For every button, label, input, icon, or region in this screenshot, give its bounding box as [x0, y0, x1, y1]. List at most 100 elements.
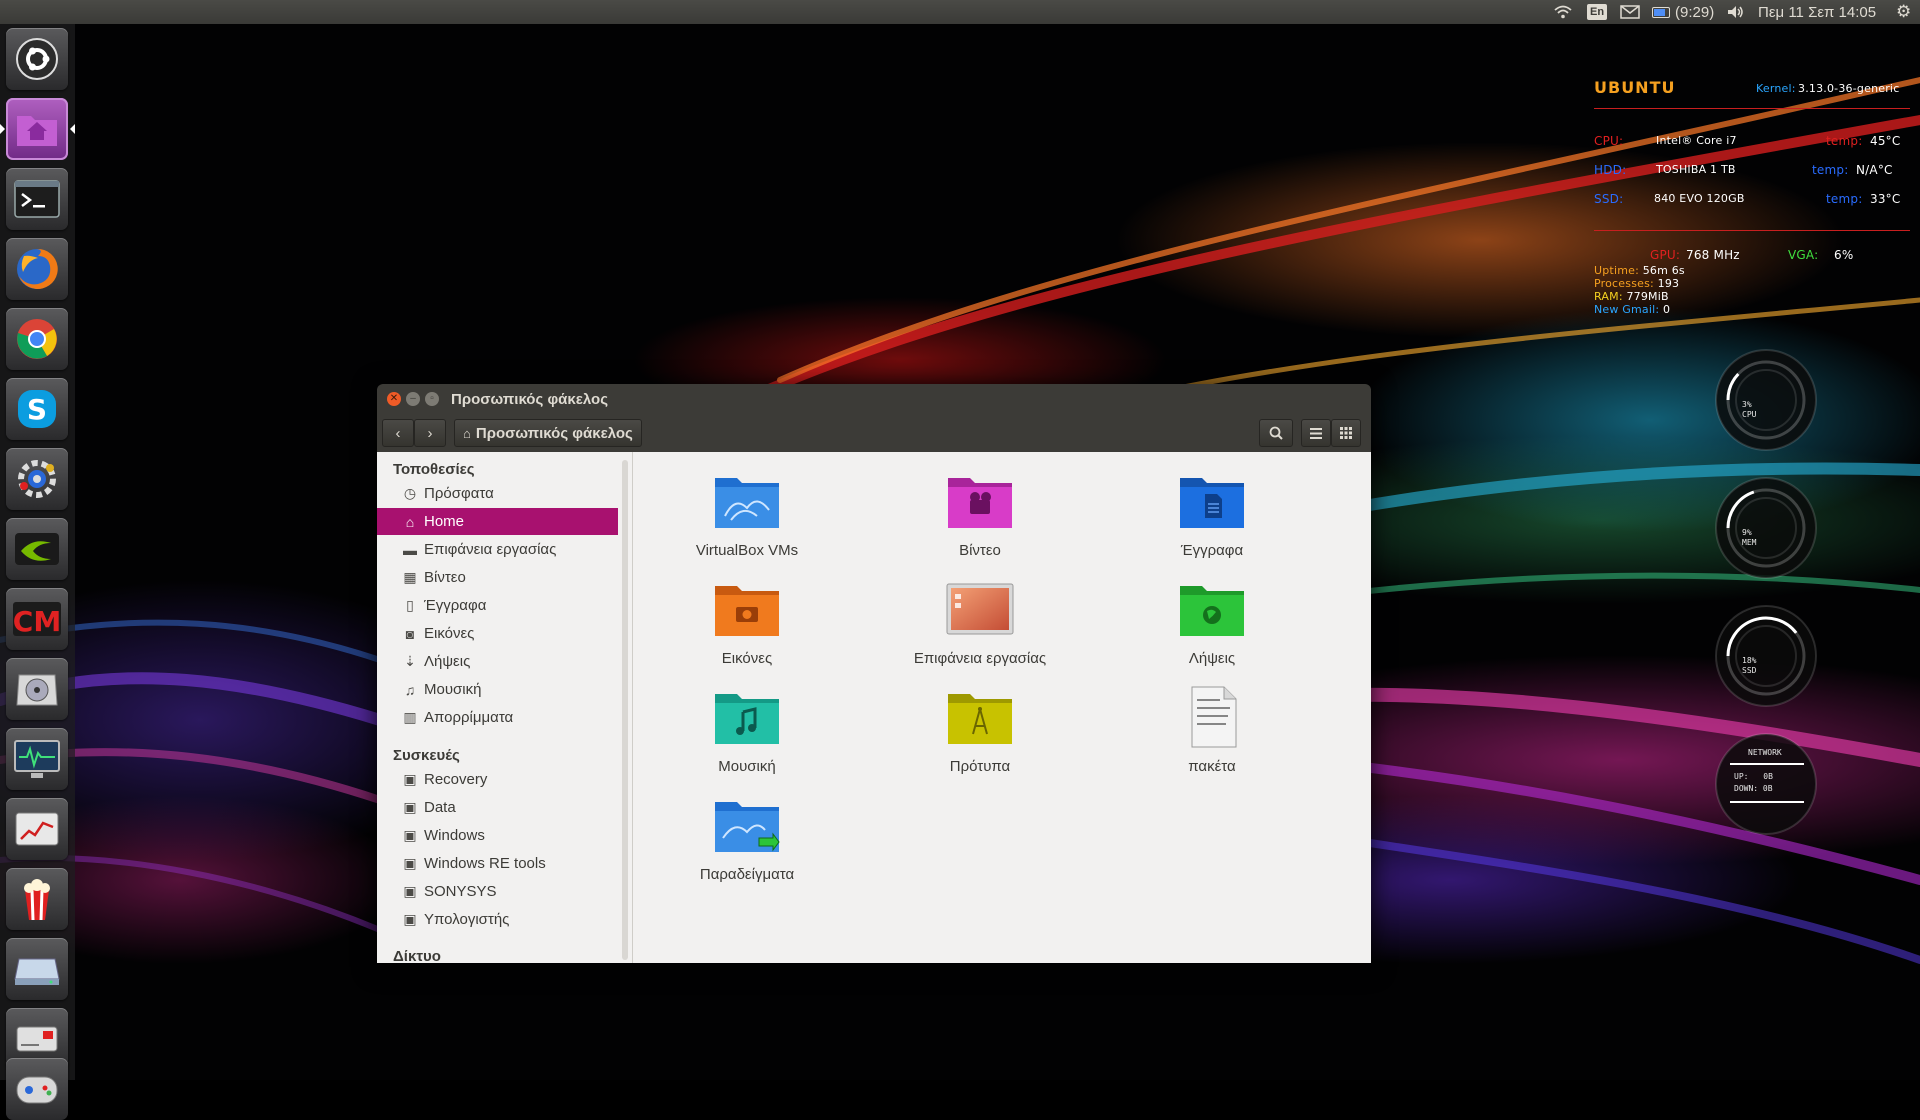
monitor-icon[interactable]	[6, 728, 68, 790]
wifi-icon[interactable]	[1554, 0, 1572, 24]
sidebar-item-downloads[interactable]: ⇣ Λήψεις	[377, 648, 618, 675]
processes-value: 193	[1657, 277, 1680, 290]
vga-label: VGA:	[1788, 248, 1819, 262]
file-item-desktop[interactable]: Επιφάνεια εργασίας	[880, 570, 1080, 670]
keyboard-layout-indicator[interactable]: En	[1587, 0, 1608, 24]
sidebar-item-documents[interactable]: ▯ Έγγραφα	[377, 592, 618, 619]
grid-view-button[interactable]	[1331, 419, 1361, 447]
terminal-icon[interactable]	[6, 168, 68, 230]
ssd-model: 840 EVO 120GB	[1654, 192, 1745, 205]
session-gear-icon[interactable]: ⚙	[1896, 0, 1911, 24]
keyboard-layout-label: En	[1587, 4, 1608, 20]
ccsm-icon[interactable]: CM	[6, 588, 68, 650]
sidebar-item-desktop[interactable]: ▬ Επιφάνεια εργασίας	[377, 536, 618, 563]
cpu-gauge-label: CPU	[1742, 410, 1757, 419]
conky-divider	[1594, 230, 1910, 231]
file-label: Βίντεο	[959, 542, 1001, 559]
hdd-temp-label: temp:	[1812, 163, 1849, 177]
maximize-button[interactable]: ▫	[425, 392, 439, 406]
window-titlebar[interactable]: ✕ – ▫ Προσωπικός φάκελος	[377, 384, 1371, 414]
file-item-videos[interactable]: Βίντεο	[880, 462, 1080, 562]
sidebar-item-label: Windows	[424, 827, 485, 844]
firefox-icon[interactable]	[6, 238, 68, 300]
list-view-icon	[1310, 427, 1322, 439]
sidebar-scrollbar[interactable]	[622, 460, 628, 960]
network-gauge: NETWORK UP: 0B DOWN: 0B	[1712, 730, 1820, 838]
file-item-packages[interactable]: πακέτα	[1112, 678, 1312, 778]
sidebar-item-label: Home	[424, 513, 465, 530]
back-button[interactable]: ‹	[382, 419, 414, 447]
processes-label: Processes:	[1594, 277, 1654, 290]
sidebar-item-data[interactable]: ▣ Data	[377, 794, 618, 821]
skype-icon[interactable]: S	[6, 378, 68, 440]
folder-music-icon	[715, 694, 779, 744]
file-item-pictures[interactable]: Εικόνες	[647, 570, 847, 670]
mail-icon[interactable]	[1620, 0, 1640, 24]
file-item-virtualbox-vms[interactable]: VirtualBox VMs	[647, 462, 847, 562]
gmail-label: New Gmail:	[1594, 303, 1660, 316]
clock[interactable]: Πεμ 11 Σεπ 14:05	[1758, 0, 1876, 24]
sidebar-item-videos[interactable]: ▦ Βίντεο	[377, 564, 618, 591]
forward-button[interactable]: ›	[414, 419, 446, 447]
sidebar-item-sonysys[interactable]: ▣ SONYSYS	[377, 878, 618, 905]
sidebar-item-recent[interactable]: ◷ Πρόσφατα	[377, 480, 618, 507]
sidebar-item-windows[interactable]: ▣ Windows	[377, 822, 618, 849]
recent-icon: ◷	[403, 485, 417, 501]
file-label: VirtualBox VMs	[695, 542, 799, 559]
popcorn-icon[interactable]	[6, 868, 68, 930]
trash-icon: ▥	[403, 709, 417, 725]
list-view-button[interactable]	[1301, 419, 1331, 447]
sidebar-item-label: Πρόσφατα	[424, 485, 494, 502]
game-icon[interactable]	[6, 1058, 68, 1120]
folder-pictures-icon	[715, 586, 779, 636]
chrome-icon[interactable]	[6, 308, 68, 370]
file-label: Παραδείγματα	[699, 866, 795, 883]
file-item-downloads[interactable]: Λήψεις	[1112, 570, 1312, 670]
sidebar-item-computer[interactable]: ▣ Υπολογιστής	[377, 906, 618, 933]
ram-label: RAM:	[1594, 290, 1623, 303]
ssd-temp-label: temp:	[1826, 192, 1863, 206]
sidebar-item-label: Έγγραφα	[424, 597, 487, 614]
sidebar-item-home[interactable]: ⌂ Home	[377, 508, 618, 535]
sidebar-item-trash[interactable]: ▥ Απορρίμματα	[377, 704, 618, 731]
breadcrumb-home-button[interactable]: ⌂ Προσωπικός φάκελος	[454, 419, 642, 447]
file-label: πακέτα	[1188, 758, 1236, 775]
sidebar-item-music[interactable]: ♫ Μουσική	[377, 676, 618, 703]
gpu-label: GPU:	[1650, 248, 1681, 262]
settings-icon[interactable]	[6, 448, 68, 510]
file-item-templates[interactable]: Πρότυπα	[880, 678, 1080, 778]
drive-icon: ▣	[403, 911, 417, 927]
network-heading: Δίκτυο	[393, 948, 441, 963]
nvidia-icon[interactable]	[6, 518, 68, 580]
home-icon: ⌂	[463, 425, 471, 441]
drive-icon: ▣	[403, 771, 417, 787]
sidebar-item-windows-re-tools[interactable]: ▣ Windows RE tools	[377, 850, 618, 877]
sidebar-item-pictures[interactable]: ◙ Εικόνες	[377, 620, 618, 647]
ubuntu-logo-icon[interactable]	[6, 28, 68, 90]
close-button[interactable]: ✕	[387, 392, 401, 406]
minimize-button[interactable]: –	[406, 392, 420, 406]
battery-indicator[interactable]: (9:29)	[1652, 0, 1714, 24]
volume-icon[interactable]	[1727, 0, 1745, 24]
sidebar-item-recovery[interactable]: ▣ Recovery	[377, 766, 618, 793]
sidebar-item-label: Μουσική	[424, 681, 482, 698]
file-item-music[interactable]: Μουσική	[647, 678, 847, 778]
folder-documents-icon	[1180, 478, 1244, 528]
clock-label: Πεμ 11 Σεπ 14:05	[1758, 3, 1877, 21]
hdd-temp: N/A°C	[1856, 163, 1893, 177]
drive-icon[interactable]	[6, 938, 68, 1000]
top-panel: En (9:29) Πεμ 11 Σεπ 14:05 ⚙	[0, 0, 1920, 24]
file-item-examples[interactable]: Παραδείγματα	[647, 786, 847, 886]
hdd-model: TOSHIBA 1 TB	[1656, 163, 1736, 176]
home-folder-icon[interactable]	[0, 98, 75, 160]
search-button[interactable]	[1259, 419, 1293, 447]
file-item-documents[interactable]: Έγγραφα	[1112, 462, 1312, 562]
chart-icon[interactable]	[6, 798, 68, 860]
cpu-gauge-percent: 3%	[1742, 400, 1752, 409]
uptime-label: Uptime:	[1594, 264, 1639, 277]
uptime-value: 56m 6s	[1642, 264, 1685, 277]
file-label: Λήψεις	[1188, 650, 1236, 667]
drive-icon: ▣	[403, 827, 417, 843]
desktop-icon: ▬	[403, 541, 417, 558]
disk-icon[interactable]	[6, 658, 68, 720]
